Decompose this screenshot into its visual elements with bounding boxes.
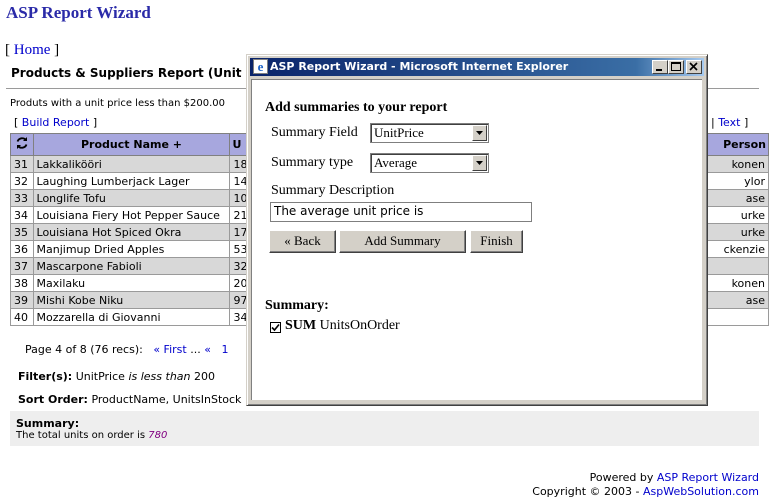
summary-item-field: UnitsOnOrder (319, 318, 400, 333)
product-name-cell: Mishi Kobe Niku (32, 291, 231, 309)
minimize-icon (656, 69, 662, 71)
product-name-cell: Maxilaku (32, 274, 231, 292)
product-name-cell: Louisiana Hot Spiced Okra (32, 223, 231, 241)
build-report-nav: [ Build Report ] (14, 116, 97, 129)
footer-copyright: Copyright © 2003 - AspWebSolution.com (532, 485, 759, 498)
summary-heading: Summary: (16, 417, 80, 430)
chevron-down-icon (476, 161, 483, 165)
popup-title: ASP Report Wizard - Microsoft Internet E… (270, 60, 569, 73)
powered-by-link[interactable]: ASP Report Wizard (657, 471, 759, 484)
filter-operator: is less than (128, 370, 191, 383)
footer-powered-by: Powered by ASP Report Wizard (590, 471, 759, 484)
row-id: 31 (10, 155, 34, 173)
maximize-button[interactable] (668, 60, 684, 74)
row-id: 34 (10, 206, 34, 224)
close-button[interactable] (686, 60, 702, 74)
summary-field-select[interactable]: UnitPrice (370, 123, 489, 143)
popup-titlebar[interactable]: e ASP Report Wizard - Microsoft Internet… (250, 58, 704, 76)
home-nav: [ Home ] (5, 42, 59, 59)
summary-item-function: SUM (285, 318, 317, 333)
summary-description-input[interactable]: The average unit price is (270, 202, 532, 222)
summary-field-label: Summary Field (271, 125, 358, 140)
pager-status: Page 4 of 8 (76 recs): (25, 343, 143, 356)
summary-type-value: Average (374, 155, 418, 170)
summary-field-value: UnitPrice (374, 125, 424, 140)
svg-text:e: e (258, 59, 264, 74)
row-id: 36 (10, 240, 34, 258)
report-title: Products & Suppliers Report (Unit Pri (11, 66, 265, 80)
popup-content: Add summaries to your report Summary Fie… (251, 79, 702, 400)
pager-page-1-link[interactable]: 1 (221, 343, 228, 356)
back-button[interactable]: « Back (269, 230, 336, 253)
summary-text: The total units on order is 780 (16, 430, 167, 441)
text-export-link[interactable]: Text (718, 116, 740, 129)
maximize-icon (671, 62, 681, 71)
product-name-header[interactable]: Product Name + (32, 133, 231, 156)
home-open-bracket: [ (5, 42, 14, 58)
summary-value: 780 (148, 430, 168, 441)
pager: Page 4 of 8 (76 recs): « First ... « 1 (25, 343, 228, 356)
app-title: ASP Report Wizard (6, 3, 151, 22)
row-id: 35 (10, 223, 34, 241)
pager-ellipsis: ... (190, 343, 201, 356)
report-criteria: Produts with a unit price less than $200… (10, 98, 225, 109)
build-report-link[interactable]: Build Report (22, 116, 90, 129)
refresh-header[interactable] (10, 133, 34, 156)
chevron-down-icon (476, 131, 483, 135)
wizard-heading: Add summaries to your report (265, 100, 448, 115)
home-close-bracket: ] (50, 42, 60, 58)
add-summary-button[interactable]: Add Summary (339, 230, 466, 253)
filter-field: UnitPrice (75, 370, 125, 383)
copyright-text: Copyright © 2003 - (532, 485, 643, 498)
row-id: 38 (10, 274, 34, 292)
product-name-cell: Louisiana Fiery Hot Pepper Sauce (32, 206, 231, 224)
pager-prev-link[interactable]: « (204, 343, 211, 356)
text-close-bracket: ] (740, 116, 749, 129)
sort-line: Sort Order: ProductName, UnitsInStock (18, 393, 241, 406)
popup-window: e ASP Report Wizard - Microsoft Internet… (246, 54, 708, 406)
summary-description-label: Summary Description (271, 183, 395, 198)
row-id: 39 (10, 291, 34, 309)
product-name-cell: Lakkalikööri (32, 155, 231, 173)
filter-value: 200 (194, 370, 216, 383)
copyright-link[interactable]: AspWebSolution.com (643, 485, 759, 498)
sort-value: ProductName, UnitsInStock (91, 393, 242, 406)
product-name-cell: Manjimup Dried Apples (32, 240, 231, 258)
summary-type-label: Summary type (271, 155, 354, 170)
filter-line: Filter(s): UnitPrice is less than 200 (18, 370, 215, 383)
summary-field-dropdown-arrow[interactable] (472, 125, 487, 141)
summary-item-checkbox[interactable] (270, 322, 281, 333)
row-id: 40 (10, 308, 34, 326)
close-icon (689, 62, 698, 71)
filter-label: Filter(s): (18, 370, 73, 383)
internet-explorer-icon: e (253, 59, 268, 74)
build-close-bracket: ] (89, 116, 98, 129)
checkmark-icon (271, 323, 280, 332)
summary-type-select[interactable]: Average (370, 153, 489, 173)
sort-label: Sort Order: (18, 393, 88, 406)
product-name-cell: Longlife Tofu (32, 189, 231, 207)
summary-item: SUM UnitsOnOrder (285, 318, 400, 334)
row-id: 32 (10, 172, 34, 190)
row-id: 37 (10, 257, 34, 275)
minimize-button[interactable] (652, 60, 668, 74)
refresh-icon[interactable] (15, 136, 29, 150)
finish-button[interactable]: Finish (470, 230, 523, 253)
pager-first-link[interactable]: « First (153, 343, 186, 356)
summary-box: Summary: The total units on order is 780 (10, 411, 759, 446)
product-name-cell: Laughing Lumberjack Lager (32, 172, 231, 190)
product-name-cell: Mascarpone Fabioli (32, 257, 231, 275)
summary-text-label: The total units on order is (16, 430, 149, 441)
row-id: 33 (10, 189, 34, 207)
powered-by-text: Powered by (589, 471, 657, 484)
home-link[interactable]: Home (14, 42, 51, 58)
summary-list-heading: Summary: (265, 298, 329, 313)
build-open-bracket: [ (14, 116, 22, 129)
product-name-cell: Mozzarella di Giovanni (32, 308, 231, 326)
export-nav: | Text ] (711, 116, 748, 129)
summary-type-dropdown-arrow[interactable] (472, 155, 487, 171)
